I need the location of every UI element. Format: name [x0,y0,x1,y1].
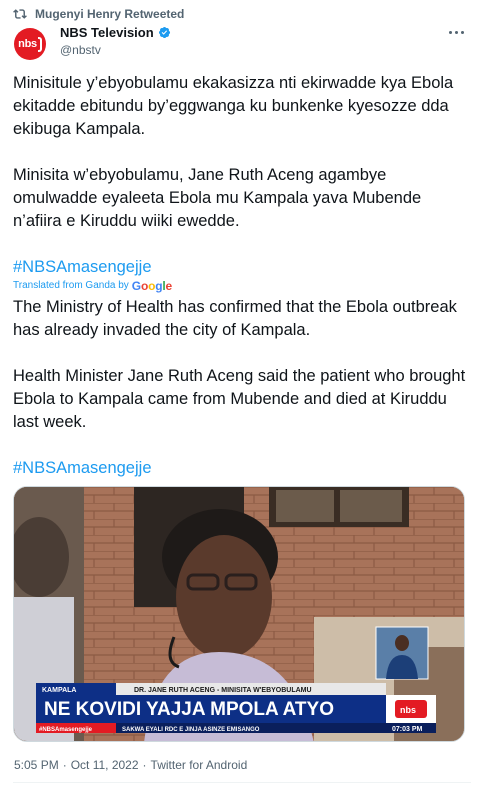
hashtag-link[interactable]: #NBSAmasengejje [13,256,473,279]
tweet-media-image[interactable]: KAMPALA DR. JANE RUTH ACENG - MINISITA W… [13,486,465,742]
channel-logo: nbs [400,705,416,715]
retweet-icon [13,9,27,19]
more-dot-icon [460,30,464,34]
more-options-button[interactable] [444,22,468,42]
headline-text: NE KOVIDI YAJJA MPOLA ATYO [44,699,334,720]
tweet-paragraph: Minisitule y’ebyobulamu ekakasizza nti e… [13,74,454,138]
author-handle: @nbstv [60,43,101,57]
name-strap-text: DR. JANE RUTH ACENG - MINISITA W'EBYOBUL… [134,687,312,694]
meta-separator: · [142,758,147,772]
video-still: KAMPALA DR. JANE RUTH ACENG - MINISITA W… [14,487,464,741]
tweet-meta: 5:05 PM · Oct 11, 2022 · Twitter for And… [14,758,247,772]
translation-attribution[interactable]: Translated from Ganda by Google [13,279,473,293]
more-dot-icon [454,30,458,34]
tweet-time[interactable]: 5:05 PM [14,758,59,772]
google-logo: Google [131,279,172,293]
meta-separator: · [62,758,67,772]
divider [13,782,471,783]
author-block[interactable]: NBS Television @nbstv [60,25,171,57]
translated-paragraph: The Ministry of Health has confirmed tha… [13,298,457,339]
author-name[interactable]: NBS Television [60,25,154,40]
broadcast-time: 07:03 PM [392,726,423,733]
more-dot-icon [448,30,452,34]
retweet-label: Mugenyi Henry Retweeted [35,7,185,21]
retweet-context[interactable]: Mugenyi Henry Retweeted [13,6,184,22]
tweet-text: Minisitule y’ebyobulamu ekakasizza nti e… [13,72,473,480]
translated-paragraph: Health Minister Jane Ruth Aceng said the… [13,367,466,431]
verified-badge-icon [158,26,170,39]
translated-label: Translated from Ganda by [13,280,129,291]
avatar[interactable]: nbs [14,28,46,60]
avatar-logo-mark [37,36,42,52]
tweet-date[interactable]: Oct 11, 2022 [71,758,139,772]
hashtag-link[interactable]: #NBSAmasengejje [13,457,473,480]
location-tag-text: KAMPALA [42,687,76,694]
tweet-paragraph: Minisita w’ebyobulamu, Jane Ruth Aceng a… [13,166,422,230]
avatar-logo-text: nbs [18,38,37,50]
ticker-text: SAKWA EYALI RDC E JINJA ASINZE EMISANGO [122,727,260,733]
hashtag-strap-text: #NBSAmasengejje [39,727,93,733]
tweet-source: Twitter for Android [150,758,248,772]
